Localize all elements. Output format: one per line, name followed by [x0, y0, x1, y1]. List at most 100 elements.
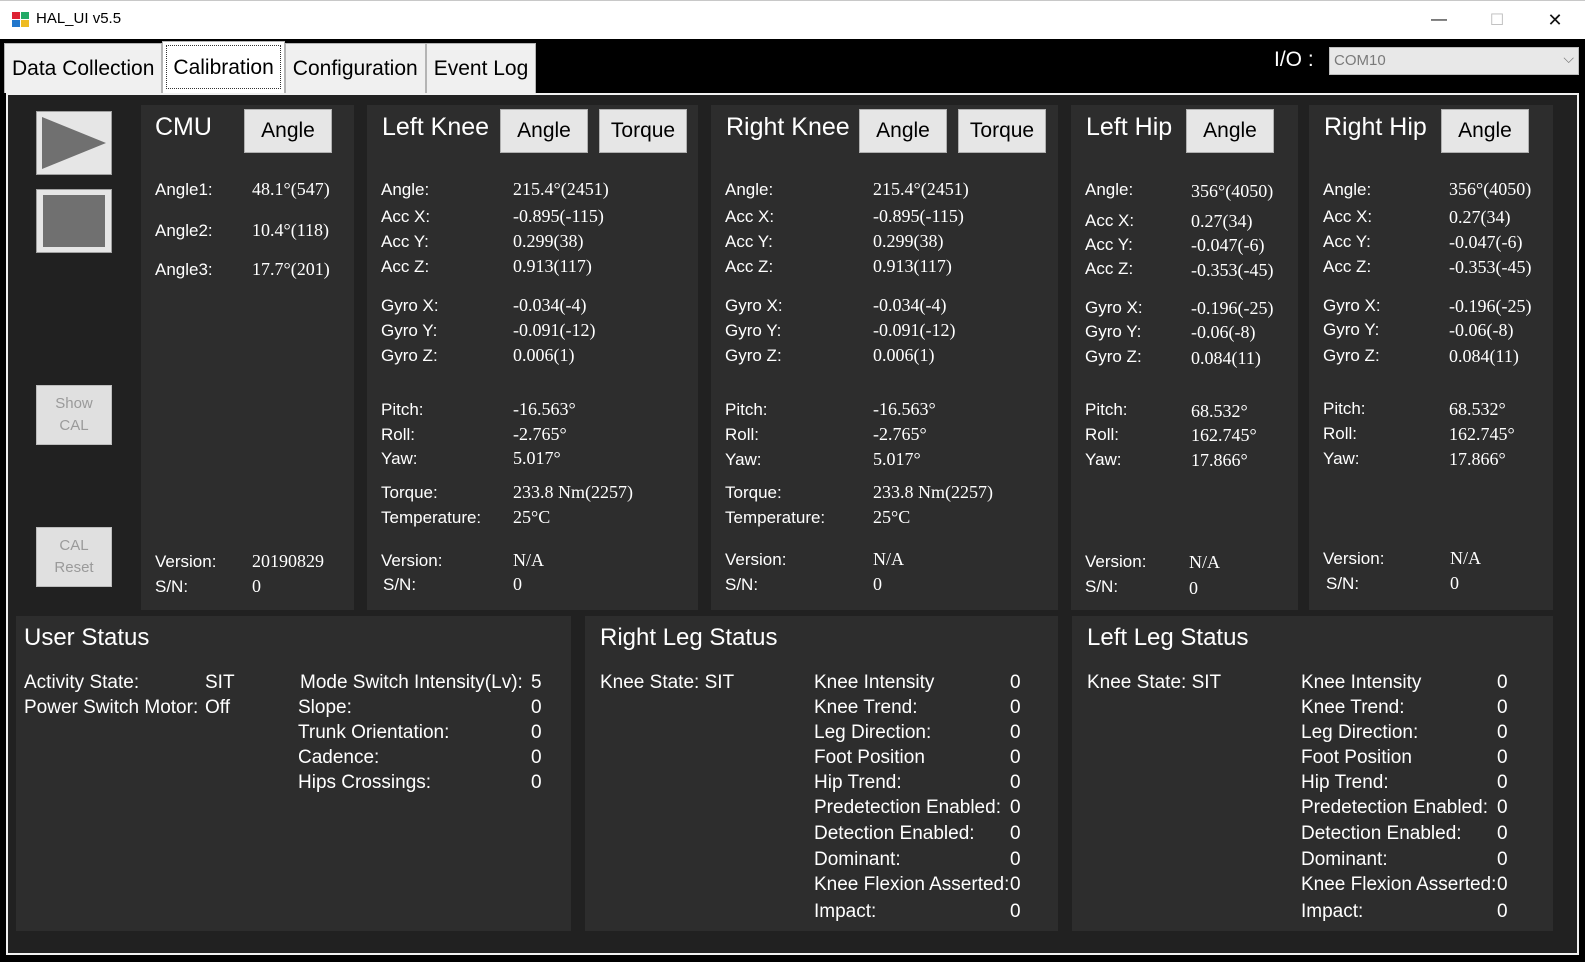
lk-temp-label: Temperature: — [381, 508, 482, 527]
activity-state-label: Activity State: — [24, 672, 140, 693]
leg-status-label: Leg Direction: — [814, 722, 932, 743]
lh-gyroy-value: -0.06(-8) — [1191, 322, 1256, 342]
rk-gyroy-value: -0.091(-12) — [873, 320, 956, 340]
rh-pitch-value: 68.532° — [1449, 399, 1506, 419]
rh-yaw-value: 17.866° — [1449, 449, 1506, 469]
lh-gyroz-value: 0.084(11) — [1191, 348, 1261, 368]
chevron-down-icon[interactable]: ⌵ — [1563, 50, 1574, 67]
rh-gyroy-value: -0.06(-8) — [1449, 320, 1514, 340]
right-knee-state: Knee State: SIT — [600, 672, 735, 693]
cal-reset-button[interactable]: CAL Reset — [36, 527, 112, 587]
lk-gyroz-value: 0.006(1) — [513, 345, 575, 365]
rk-version-label: Version: — [725, 550, 787, 569]
leg-status-label: Dominant: — [814, 849, 901, 870]
rk-roll-value: -2.765° — [873, 424, 927, 444]
right-hip-title: Right Hip — [1324, 113, 1427, 141]
rk-sn-value: 0 — [873, 574, 882, 594]
rk-temp-value: 25°C — [873, 507, 911, 527]
leg-status-label: Impact: — [814, 901, 877, 922]
lk-version-value: N/A — [513, 550, 544, 570]
lh-gyroz-label: Gyro Z: — [1085, 347, 1142, 366]
leg-status-value: 0 — [1497, 874, 1508, 895]
rh-roll-label: Roll: — [1323, 424, 1358, 443]
user-status-panel: User Status Activity State: SIT Power Sw… — [16, 616, 571, 931]
leg-status-label: Predetection Enabled: — [1301, 797, 1488, 818]
left-knee-state: Knee State: SIT — [1087, 672, 1222, 693]
rk-angle-value: 215.4°(2451) — [873, 179, 969, 199]
left-leg-status-panel: Left Leg Status Knee State: SIT Knee Int… — [1072, 616, 1553, 931]
stop-icon — [43, 195, 105, 247]
leg-status-label: Knee Intensity — [1301, 672, 1422, 693]
cmu-title: CMU — [155, 113, 212, 141]
user-status-title: User Status — [24, 624, 150, 651]
io-port-select[interactable]: COM10 ⌵ — [1329, 47, 1579, 75]
right-hip-angle-button[interactable]: Angle — [1441, 109, 1529, 153]
rh-roll-value: 162.745° — [1449, 424, 1515, 444]
io-label: I/O : — [1274, 48, 1314, 71]
leg-status-value: 0 — [1010, 672, 1021, 693]
lh-sn-value: 0 — [1189, 578, 1198, 598]
show-cal-button[interactable]: Show CAL — [36, 385, 112, 445]
io-port-value: COM10 — [1334, 52, 1386, 69]
leg-status-label: Detection Enabled: — [814, 823, 975, 844]
window-title: HAL_UI v5.5 — [36, 10, 122, 27]
leg-status-value: 0 — [1010, 901, 1021, 922]
rk-gyroy-label: Gyro Y: — [725, 321, 782, 340]
rk-temp-label: Temperature: — [725, 508, 826, 527]
cmu-version-value: 20190829 — [252, 551, 324, 571]
play-icon — [42, 117, 106, 169]
lk-gyrox-value: -0.034(-4) — [513, 295, 587, 315]
left-leg-status-title: Left Leg Status — [1087, 624, 1249, 651]
right-knee-torque-button[interactable]: Torque — [958, 109, 1046, 153]
lh-roll-label: Roll: — [1085, 425, 1120, 444]
mode-switch-intensity-value: 5 — [531, 672, 542, 693]
lk-gyroy-label: Gyro Y: — [381, 321, 438, 340]
rh-angle-label: Angle: — [1323, 180, 1372, 199]
cmu-sn-label: S/N: — [155, 577, 189, 596]
leg-status-label: Dominant: — [1301, 849, 1388, 870]
lh-accy-label: Acc Y: — [1085, 235, 1133, 254]
lk-gyroy-value: -0.091(-12) — [513, 320, 596, 340]
cmu-angle2-value: 10.4°(118) — [252, 220, 330, 240]
lh-gyrox-label: Gyro X: — [1085, 298, 1143, 317]
stop-button[interactable] — [36, 189, 112, 253]
app-icon — [12, 12, 30, 28]
lh-accx-label: Acc X: — [1085, 211, 1135, 230]
lh-accz-label: Acc Z: — [1085, 259, 1134, 278]
rk-yaw-label: Yaw: — [725, 450, 762, 469]
leg-status-label: Knee Trend: — [1301, 697, 1405, 718]
lk-yaw-value: 5.017° — [513, 448, 561, 468]
tab-configuration[interactable]: Configuration — [284, 43, 426, 93]
cmu-angle-button[interactable]: Angle — [244, 109, 332, 153]
left-hip-angle-button[interactable]: Angle — [1186, 109, 1274, 153]
tab-data-collection[interactable]: Data Collection — [4, 43, 163, 93]
leg-status-label: Hip Trend: — [1301, 772, 1389, 793]
rk-accz-label: Acc Z: — [725, 257, 774, 276]
cmu-angle3-label: Angle3: — [155, 260, 213, 279]
left-knee-title: Left Knee — [382, 113, 490, 141]
minimize-button[interactable]: — — [1410, 1, 1468, 39]
rh-accz-label: Acc Z: — [1323, 257, 1372, 276]
left-knee-torque-button[interactable]: Torque — [599, 109, 687, 153]
close-button[interactable]: ✕ — [1526, 1, 1584, 39]
tab-event-log[interactable]: Event Log — [425, 43, 537, 93]
rk-yaw-value: 5.017° — [873, 449, 921, 469]
lk-gyroz-label: Gyro Z: — [381, 346, 438, 365]
leg-status-label: Hip Trend: — [814, 772, 902, 793]
right-leg-status-title: Right Leg Status — [600, 624, 778, 651]
right-hip-panel: Right Hip Angle Angle: 356°(4050) Acc X: 0… — [1309, 105, 1553, 610]
leg-status-value: 0 — [1010, 874, 1021, 895]
rh-yaw-label: Yaw: — [1323, 449, 1360, 468]
tab-calibration[interactable]: Calibration — [162, 41, 285, 93]
lh-pitch-value: 68.532° — [1191, 401, 1248, 421]
lk-accz-label: Acc Z: — [381, 257, 430, 276]
maximize-button[interactable]: ☐ — [1468, 1, 1526, 39]
rk-gyroz-label: Gyro Z: — [725, 346, 782, 365]
play-button[interactable] — [36, 111, 112, 175]
leg-status-label: Knee Flexion Asserted: — [814, 874, 1010, 895]
left-knee-angle-button[interactable]: Angle — [500, 109, 588, 153]
cmu-angle1-label: Angle1: — [155, 180, 213, 199]
right-knee-angle-button[interactable]: Angle — [859, 109, 947, 153]
rk-roll-label: Roll: — [725, 425, 760, 444]
right-knee-title: Right Knee — [726, 113, 850, 141]
